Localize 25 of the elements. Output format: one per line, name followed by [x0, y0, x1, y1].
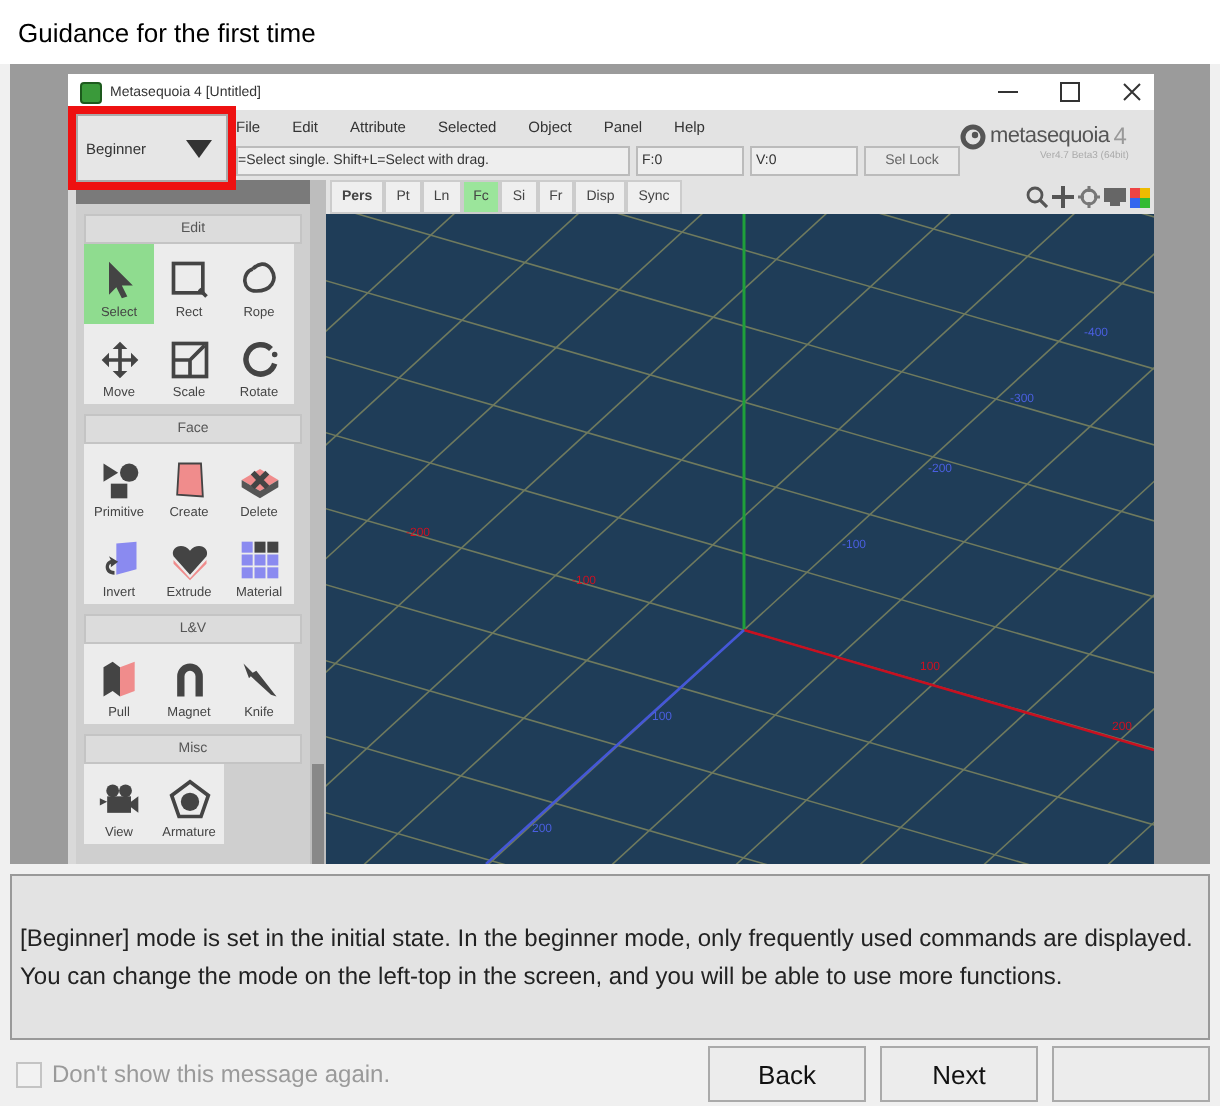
color-squares-icon[interactable]	[1130, 187, 1150, 207]
dialog-button[interactable]: Next	[880, 1046, 1038, 1102]
close-icon[interactable]	[1122, 82, 1142, 102]
pan-cross-icon[interactable]	[1052, 186, 1074, 208]
message-text: [Beginner] mode is set in the initial state. In the beginner mode, only frequently used commands are displayed. You can change the mode on the left-top in the screen, and you will be able to use more functions.	[20, 921, 1195, 993]
scale-icon	[167, 338, 211, 382]
dialog-button[interactable]: Back	[708, 1046, 866, 1102]
search-icon[interactable]	[1026, 186, 1048, 208]
move-arrows-icon	[97, 338, 141, 382]
scrollbar[interactable]	[310, 180, 326, 864]
rotate-view-icon[interactable]	[1078, 186, 1100, 208]
window-title: Guidance for the first time	[18, 17, 316, 47]
grid-icon	[237, 538, 281, 582]
rotate-icon	[237, 338, 281, 382]
pull-icon	[97, 658, 141, 702]
logo-wordmark: metasequoia	[990, 124, 1110, 148]
monitor-icon[interactable]	[1104, 186, 1126, 208]
logo-circle-icon	[960, 123, 986, 149]
app-logo-icon	[80, 81, 102, 103]
checkbox-square	[16, 1061, 42, 1087]
pentagon-icon	[167, 778, 211, 822]
logo-number: 4	[1113, 122, 1127, 150]
rectangle-icon	[167, 258, 211, 302]
dropdown-caret-icon	[186, 139, 212, 157]
maximize-icon[interactable]	[1060, 82, 1080, 102]
